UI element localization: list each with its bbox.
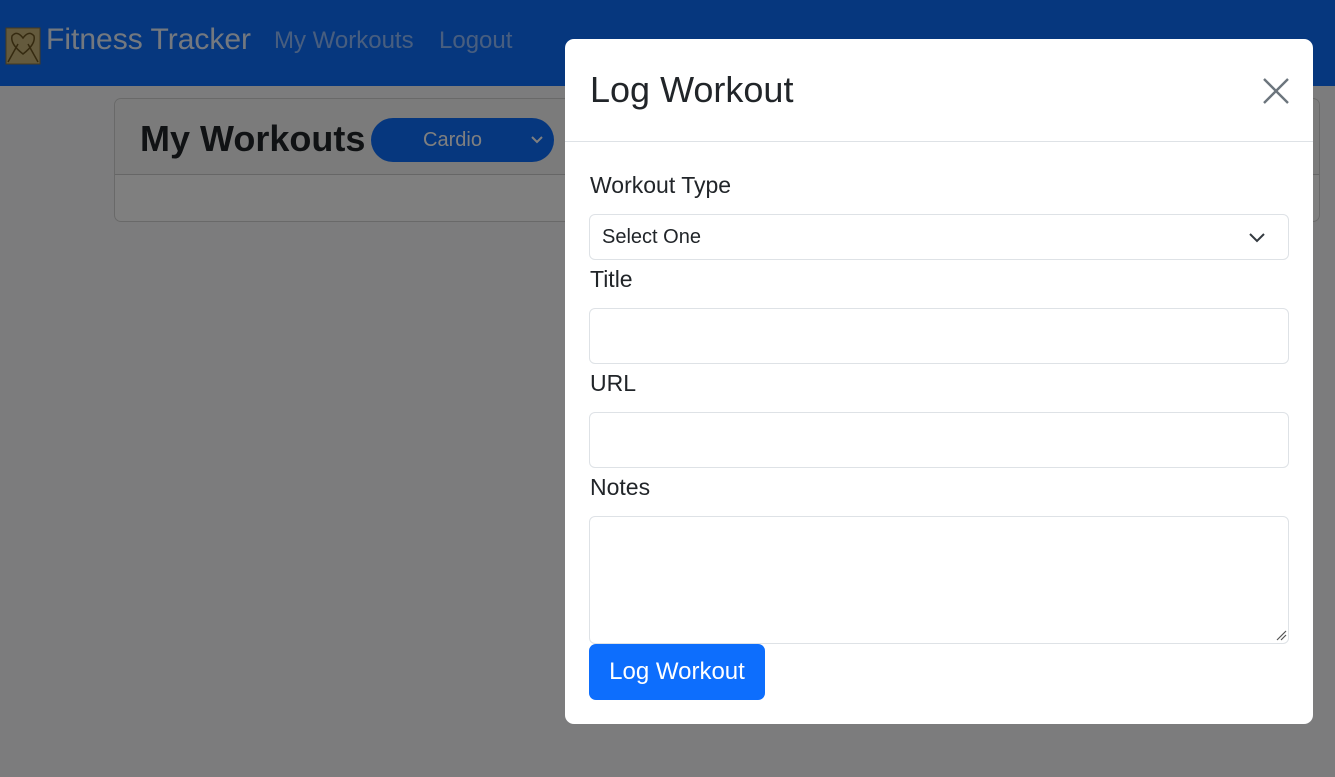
title-input[interactable] bbox=[589, 308, 1289, 364]
workout-type-value: Select One bbox=[602, 226, 701, 248]
notes-textarea[interactable] bbox=[589, 516, 1289, 644]
chevron-down-icon bbox=[1249, 233, 1265, 243]
log-workout-button[interactable]: Log Workout bbox=[589, 644, 765, 700]
workout-type-label: Workout Type bbox=[590, 172, 732, 198]
url-label: URL bbox=[590, 370, 637, 396]
close-icon[interactable] bbox=[1261, 76, 1291, 106]
workout-type-select[interactable]: Select One bbox=[589, 214, 1289, 260]
resize-handle-icon[interactable] bbox=[1275, 629, 1287, 641]
modal-title: Log Workout bbox=[590, 69, 794, 110]
notes-label: Notes bbox=[590, 474, 651, 500]
log-workout-modal: Log Workout Workout Type Select One Titl… bbox=[565, 39, 1313, 724]
modal-header: Log Workout bbox=[565, 39, 1313, 142]
title-label: Title bbox=[590, 266, 633, 292]
url-input[interactable] bbox=[589, 412, 1289, 468]
